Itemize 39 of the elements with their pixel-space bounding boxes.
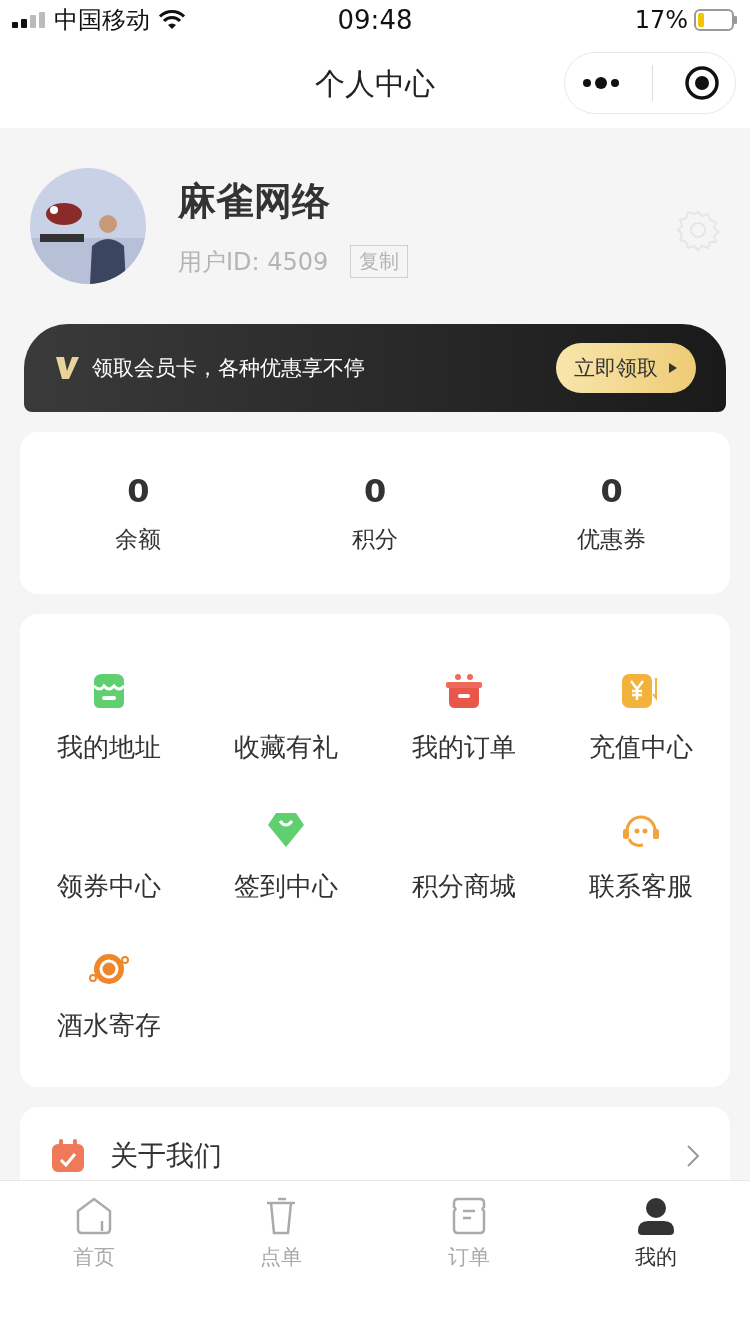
stat-label: 积分: [352, 524, 398, 554]
play-icon: [668, 362, 678, 374]
service-item[interactable]: 联系客服: [552, 809, 730, 904]
service-item[interactable]: 酒水寄存: [20, 948, 198, 1043]
more-icon[interactable]: [580, 76, 621, 90]
stat-value: 0: [127, 471, 150, 510]
user-name: 麻雀网络: [178, 178, 331, 225]
user-id: 用户ID: 4509: [178, 246, 329, 278]
service-item[interactable]: 我的地址: [20, 670, 198, 765]
diamond-icon: [266, 811, 307, 849]
stat-label: 余额: [115, 524, 162, 554]
stat-value: 0: [600, 471, 623, 510]
battery-icon: [694, 9, 738, 31]
service-item[interactable]: 积分商城: [375, 809, 553, 904]
service-item[interactable]: 领券中心: [20, 809, 198, 904]
service-item[interactable]: 充值中心: [552, 670, 730, 765]
page-title: 个人中心: [315, 64, 435, 103]
stat-label: 优惠券: [577, 524, 647, 554]
claim-button[interactable]: 立即领取: [556, 343, 696, 393]
user-icon: [638, 1197, 675, 1235]
tab-item[interactable]: 我的: [562, 1197, 750, 1271]
wifi-icon: [158, 10, 186, 30]
calendar-icon: [50, 1138, 86, 1174]
gift-icon: [443, 672, 484, 710]
stat-value: 0: [363, 471, 387, 510]
service-item[interactable]: 收藏有礼: [197, 670, 375, 765]
cup-icon: [265, 1197, 298, 1235]
close-icon[interactable]: [683, 65, 720, 101]
chevron-right-icon: [686, 1144, 700, 1168]
service-item[interactable]: 我的订单: [375, 670, 553, 765]
clock-time: 09:48: [337, 5, 413, 35]
receipt-icon: [451, 1197, 486, 1235]
carrier-name: 中国移动: [54, 5, 150, 36]
home-icon: [75, 1197, 112, 1235]
vip-icon: [54, 355, 80, 381]
service-item[interactable]: 签到中心: [197, 809, 375, 904]
banner-text: 领取会员卡，各种优惠享不停: [92, 355, 366, 382]
battery-percent: 17%: [634, 6, 688, 34]
signal-icon: [12, 12, 46, 28]
